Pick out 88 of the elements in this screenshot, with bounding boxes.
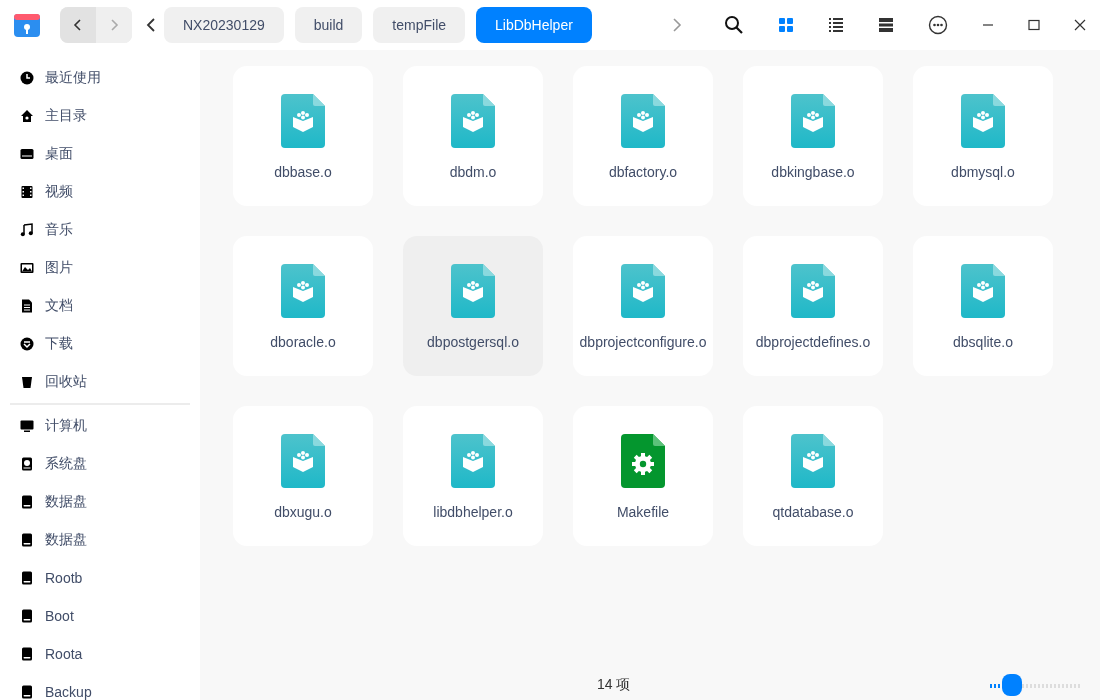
object-file-icon: [451, 264, 495, 318]
file-name: dbsqlite.o: [952, 333, 1014, 352]
downloads-icon: [20, 337, 34, 351]
sidebar-item[interactable]: 桌面: [45, 145, 73, 163]
file-name: dbpostgersql.o: [426, 333, 520, 352]
close-icon[interactable]: [1074, 19, 1086, 31]
settings-file-icon: [621, 434, 665, 488]
file-name: dbmysql.o: [950, 163, 1016, 182]
sidebar-item[interactable]: Roota: [45, 646, 83, 662]
slider-thumb[interactable]: [1001, 674, 1022, 696]
file-name: Makefile: [615, 503, 671, 522]
sidebar-item[interactable]: Boot: [45, 608, 74, 624]
chevron-right-icon: [109, 18, 119, 32]
file-name: dboracle.o: [269, 333, 337, 352]
sidebar-item[interactable]: 主目录: [45, 107, 87, 125]
file-name: libdbhelper.o: [432, 503, 514, 522]
sidebar-item[interactable]: 图片: [45, 259, 73, 277]
breadcrumb[interactable]: LibDbHelper: [476, 7, 592, 43]
file-item[interactable]: dbpostgersql.o: [403, 236, 543, 376]
column-view-icon[interactable]: [878, 17, 894, 33]
home-icon: [20, 109, 34, 123]
file-item[interactable]: dbprojectconfigure.o: [573, 236, 713, 376]
object-file-icon: [791, 434, 835, 488]
file-item[interactable]: Makefile: [573, 406, 713, 546]
file-item[interactable]: dboracle.o: [233, 236, 373, 376]
object-file-icon: [961, 264, 1005, 318]
object-file-icon: [281, 94, 325, 148]
file-name: qtdatabase.o: [771, 503, 855, 522]
file-name: dbfactory.o: [607, 163, 679, 182]
file-item[interactable]: qtdatabase.o: [743, 406, 883, 546]
pictures-icon: [20, 261, 34, 275]
file-item[interactable]: dbfactory.o: [573, 66, 713, 206]
file-item[interactable]: dbkingbase.o: [743, 66, 883, 206]
file-item[interactable]: libdbhelper.o: [403, 406, 543, 546]
file-item[interactable]: dbdm.o: [403, 66, 543, 206]
zoom-slider[interactable]: [990, 674, 1080, 696]
file-name: dbprojectdefines.o: [754, 333, 872, 352]
sidebar-item[interactable]: Backup: [45, 684, 92, 700]
file-name: dbkingbase.o: [770, 163, 856, 182]
sidebar-item[interactable]: 音乐: [45, 221, 73, 239]
back-button[interactable]: [60, 7, 96, 43]
maximize-icon[interactable]: [1028, 19, 1040, 31]
sidebar-item[interactable]: 回收站: [45, 373, 87, 391]
file-name: dbprojectconfigure.o: [579, 333, 707, 352]
scroll-right-icon[interactable]: [672, 17, 682, 33]
documents-icon: [20, 299, 34, 313]
desktop-icon: [20, 147, 34, 161]
file-name: dbxugu.o: [273, 503, 333, 522]
sidebar-item[interactable]: 计算机: [45, 417, 87, 435]
file-item[interactable]: dbxugu.o: [233, 406, 373, 546]
sidebar-item[interactable]: 数据盘: [45, 493, 87, 511]
recent-icon: [20, 71, 34, 85]
file-item[interactable]: dbmysql.o: [913, 66, 1053, 206]
file-item[interactable]: dbsqlite.o: [913, 236, 1053, 376]
grid-view-icon[interactable]: [778, 17, 794, 33]
sidebar-item[interactable]: 文档: [45, 297, 73, 315]
object-file-icon: [791, 264, 835, 318]
object-file-icon: [451, 434, 495, 488]
object-file-icon: [621, 94, 665, 148]
music-icon: [20, 223, 34, 237]
sidebar-item[interactable]: Rootb: [45, 570, 83, 586]
object-file-icon: [961, 94, 1005, 148]
file-item[interactable]: dbprojectdefines.o: [743, 236, 883, 376]
file-name: dbdm.o: [448, 163, 498, 182]
file-name: dbbase.o: [273, 163, 333, 182]
trash-icon: [20, 375, 34, 389]
breadcrumb[interactable]: tempFile: [373, 7, 466, 43]
breadcrumb[interactable]: build: [294, 7, 363, 43]
sidebar-item[interactable]: 最近使用: [45, 69, 101, 87]
file-item[interactable]: dbbase.o: [233, 66, 373, 206]
sidebar-item[interactable]: 系统盘: [45, 455, 87, 473]
scroll-left-icon[interactable]: [146, 17, 156, 33]
video-icon: [20, 185, 34, 199]
breadcrumb[interactable]: NX20230129: [164, 7, 284, 43]
object-file-icon: [281, 434, 325, 488]
computer-icon: [20, 419, 34, 433]
item-count: 14 项: [597, 676, 631, 694]
sidebar-item[interactable]: 数据盘: [45, 531, 87, 549]
object-file-icon: [621, 264, 665, 318]
object-file-icon: [791, 94, 835, 148]
more-options-icon[interactable]: [928, 15, 948, 35]
sidebar-item[interactable]: 下载: [45, 335, 73, 353]
search-icon[interactable]: [724, 15, 744, 35]
object-file-icon: [451, 94, 495, 148]
sidebar-item[interactable]: 视频: [45, 183, 73, 201]
chevron-left-icon: [73, 18, 83, 32]
list-view-icon[interactable]: [828, 17, 844, 33]
object-file-icon: [281, 264, 325, 318]
